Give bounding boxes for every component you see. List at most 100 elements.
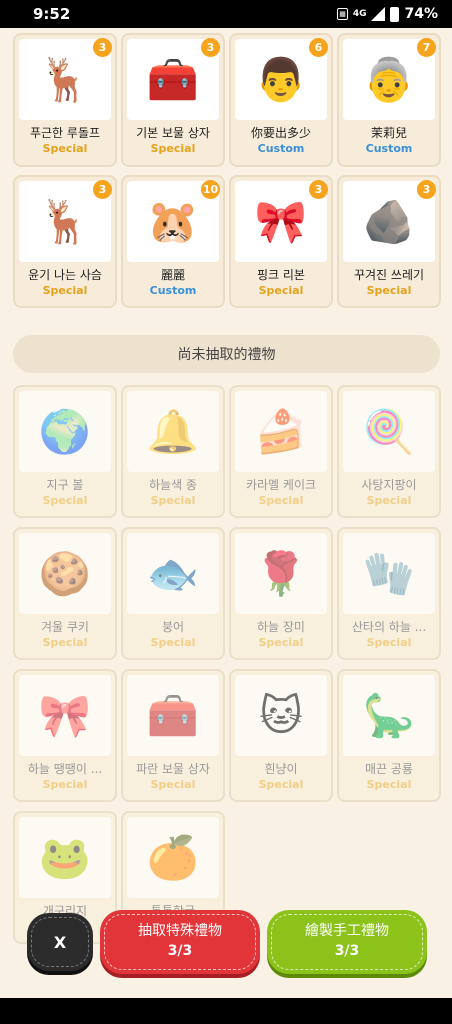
locked-gift-card[interactable]: 🌍 지구 볼 Special: [13, 385, 117, 518]
tangerine-icon: 🍊: [146, 832, 200, 882]
system-nav-bar: [0, 998, 452, 1024]
gift-image: 🍭: [343, 391, 435, 472]
locked-gift-card[interactable]: 🌹 하늘 장미 Special: [229, 527, 333, 660]
gift-name: 매끈 공룡: [365, 762, 413, 776]
gift-name: 지구 볼: [46, 478, 84, 492]
signal-icon: [371, 7, 386, 21]
locked-gift-card[interactable]: 🍰 카라멜 케이크 Special: [229, 385, 333, 518]
gift-name: 麗麗: [160, 268, 185, 282]
gift-image: 🍰: [235, 391, 327, 472]
gift-image: 🧰: [127, 675, 219, 756]
section-title-unclaimed: 尚未抽取的禮物: [13, 335, 440, 373]
mitten-icon: 🧤: [362, 548, 416, 598]
gift-image: 🐸: [19, 817, 111, 898]
count-badge: 10: [201, 180, 220, 199]
data-saver-icon: ▦: [337, 8, 348, 20]
status-icons: ▦ 4G 74%: [337, 6, 438, 22]
count-badge: 3: [201, 38, 220, 57]
network-type: 4G: [352, 9, 367, 19]
blue-treasure-chest-icon: 🧰: [146, 690, 200, 740]
gift-image: 🔔: [127, 391, 219, 472]
gift-card[interactable]: 🦌 3 푸근한 루돌프 Special: [13, 33, 117, 167]
status-time: 9:52: [33, 5, 71, 23]
gift-name: 你要出多少: [250, 126, 311, 140]
count-badge: 3: [93, 38, 112, 57]
gift-card[interactable]: 🐹 10 麗麗 Custom: [121, 175, 225, 308]
gift-name: 카라멜 케이크: [245, 478, 317, 492]
gift-name: 흰냥이: [264, 762, 298, 776]
gift-name: 하늘색 종: [149, 478, 197, 492]
button-count: 3/3: [167, 943, 193, 959]
gift-name: 하늘 장미: [257, 620, 305, 634]
count-badge: 3: [309, 180, 328, 199]
gift-type: Special: [42, 778, 88, 791]
gift-name: 윤기 나는 사슴: [28, 268, 102, 282]
battery-percent: 74%: [404, 6, 438, 22]
gift-type: Special: [258, 284, 304, 297]
blue-ribbon-icon: 🎀: [38, 690, 92, 740]
gift-card[interactable]: 🪨 3 꾸겨진 쓰레기 Special: [337, 175, 441, 308]
gift-type: Special: [150, 778, 196, 791]
gift-type: Special: [150, 142, 196, 155]
gift-name: 핑크 리본: [257, 268, 305, 282]
count-badge: 7: [417, 38, 436, 57]
cake-icon: 🍰: [254, 406, 308, 456]
gift-image: 🧤: [343, 533, 435, 614]
gift-card[interactable]: 🧰 3 기본 보물 상자 Special: [121, 33, 225, 167]
gift-type: Special: [366, 778, 412, 791]
locked-gift-card[interactable]: 🦕 매끈 공룡 Special: [337, 669, 441, 802]
count-badge: 6: [309, 38, 328, 57]
gift-type: Special: [42, 142, 88, 155]
treasure-chest-icon: 🧰: [146, 54, 200, 104]
gift-type: Custom: [257, 142, 305, 155]
locked-gift-card[interactable]: 🔔 하늘색 종 Special: [121, 385, 225, 518]
locked-gift-card[interactable]: 🍪 겨울 쿠키 Special: [13, 527, 117, 660]
grandma-face-icon: 👵: [362, 54, 416, 104]
globe-ornament-icon: 🌍: [38, 406, 92, 456]
fish-bun-icon: 🐟: [146, 548, 200, 598]
gift-card[interactable]: 🦌 3 윤기 나는 사슴 Special: [13, 175, 117, 308]
dinosaur-icon: 🦕: [362, 690, 416, 740]
gift-card[interactable]: 👵 7 茉莉兒 Custom: [337, 33, 441, 167]
gift-type: Custom: [365, 142, 413, 155]
locked-gift-card[interactable]: 🐟 붕어 Special: [121, 527, 225, 660]
pink-ribbon-icon: 🎀: [254, 196, 308, 246]
deer-icon: 🦌: [38, 196, 92, 246]
gift-type: Special: [42, 284, 88, 297]
locked-gift-card[interactable]: 🧰 파란 보물 상자 Special: [121, 669, 225, 802]
man-face-icon: 👨: [254, 54, 308, 104]
candy-cane-icon: 🍭: [362, 406, 416, 456]
locked-gift-card[interactable]: 🐱 흰냥이 Special: [229, 669, 333, 802]
close-button[interactable]: X: [27, 913, 93, 971]
status-bar: 9:52 ▦ 4G 74%: [0, 0, 452, 28]
gift-image: 🍪: [19, 533, 111, 614]
white-cat-icon: 🐱: [259, 690, 303, 740]
draw-handmade-gift-button[interactable]: 繪製手工禮物 3/3: [267, 910, 427, 974]
locked-gift-card[interactable]: 🧤 산타의 하늘 ... Special: [337, 527, 441, 660]
gift-image: 🍊: [127, 817, 219, 898]
cookie-icon: 🍪: [38, 548, 92, 598]
frog-icon: 🐸: [38, 832, 92, 882]
bell-icon: 🔔: [146, 406, 200, 456]
gift-image: 🎀: [19, 675, 111, 756]
hamster-icon: 🐹: [146, 196, 200, 246]
gift-type: Special: [366, 636, 412, 649]
locked-gift-card[interactable]: 🍭 사탕지팡이 Special: [337, 385, 441, 518]
rose-icon: 🌹: [254, 548, 308, 598]
gift-card[interactable]: 👨 6 你要出多少 Custom: [229, 33, 333, 167]
gift-name: 하늘 땡땡이 ...: [27, 762, 103, 776]
reindeer-icon: 🦌: [38, 54, 92, 104]
gift-type: Special: [42, 494, 88, 507]
battery-icon: [390, 6, 400, 22]
gift-type: Special: [258, 778, 304, 791]
gift-name: 푸근한 루돌프: [29, 126, 101, 140]
gift-image: 🐟: [127, 533, 219, 614]
gift-type: Special: [258, 636, 304, 649]
locked-gift-card[interactable]: 🎀 하늘 땡땡이 ... Special: [13, 669, 117, 802]
draw-special-gift-button[interactable]: 抽取特殊禮物 3/3: [100, 910, 260, 974]
gift-name: 기본 보물 상자: [136, 126, 210, 140]
gift-card[interactable]: 🎀 3 핑크 리본 Special: [229, 175, 333, 308]
gift-type: Special: [258, 494, 304, 507]
gift-image: 🌍: [19, 391, 111, 472]
gift-type: Special: [150, 636, 196, 649]
